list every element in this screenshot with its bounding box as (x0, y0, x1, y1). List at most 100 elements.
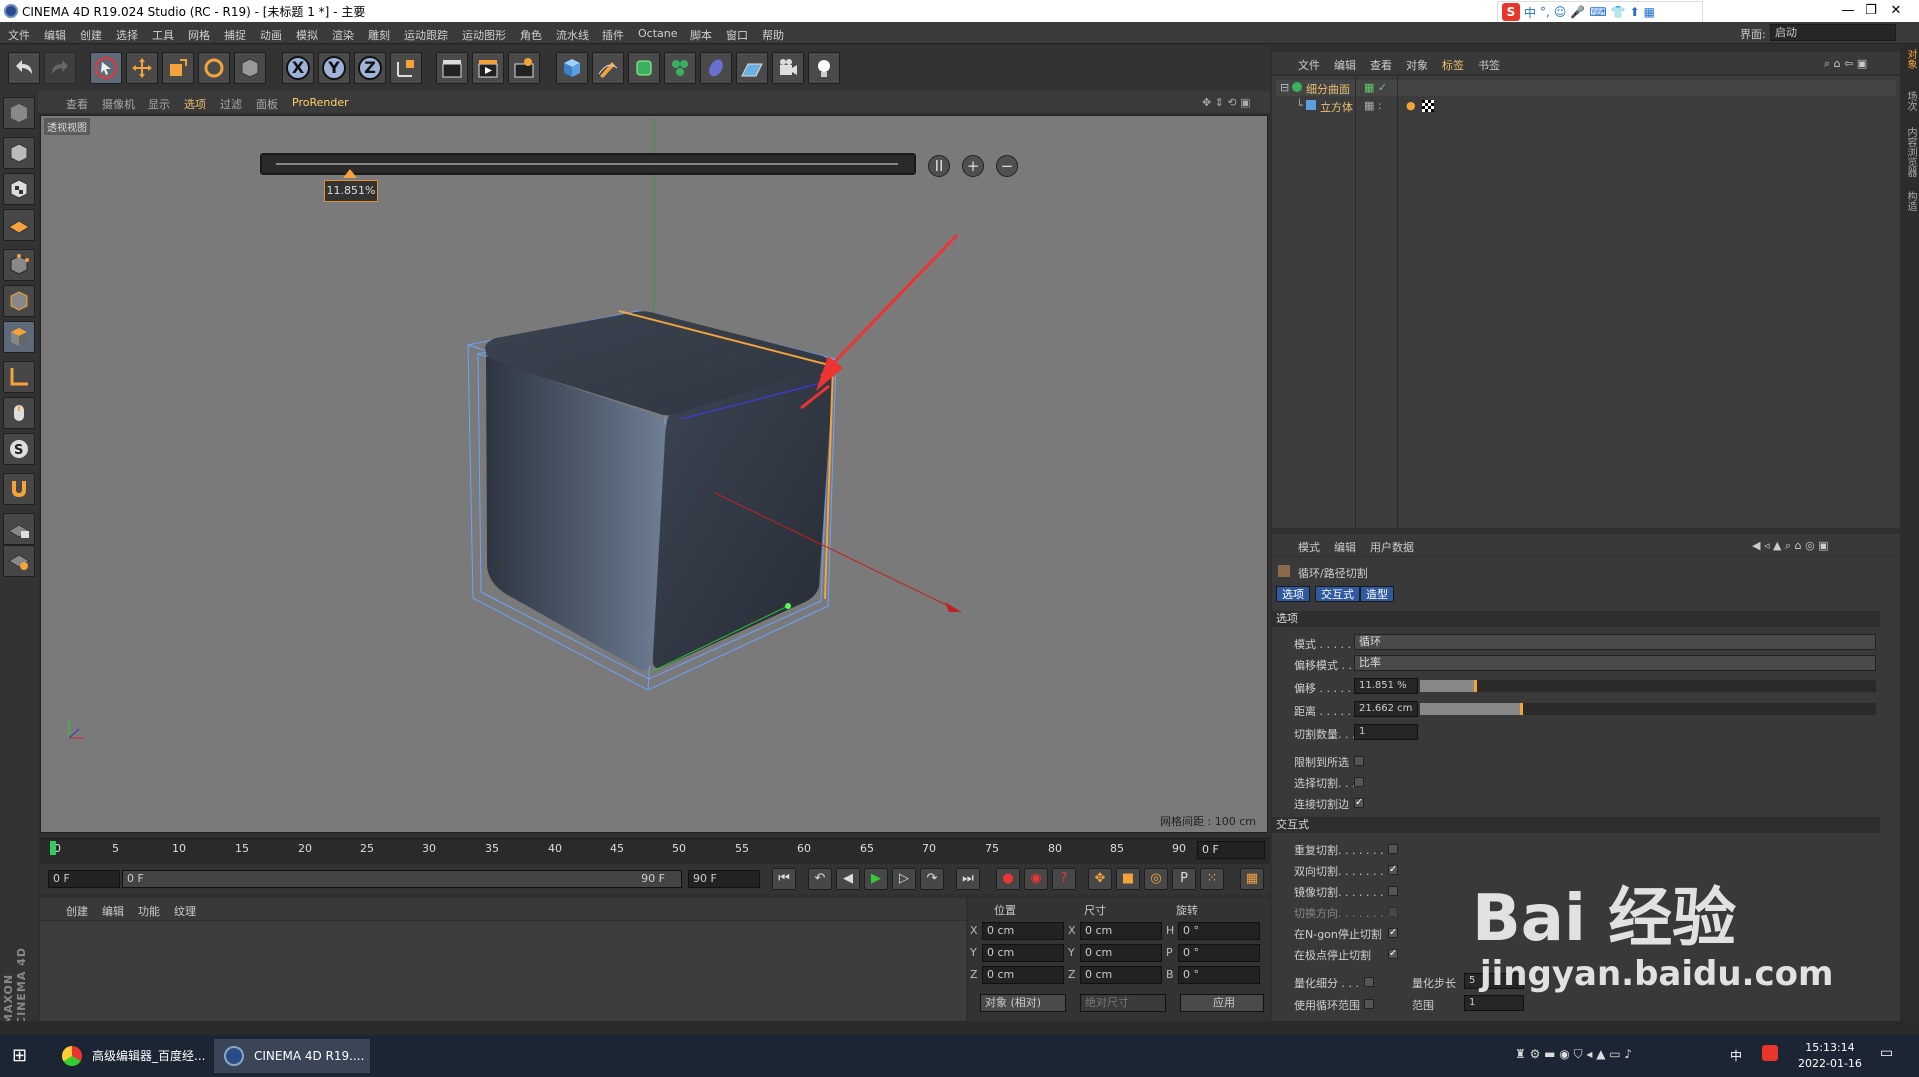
position-z-field[interactable]: 0 cm (982, 966, 1064, 984)
z-axis-button[interactable]: Z (354, 52, 386, 84)
frame-range-slider[interactable]: 0 F 90 F (122, 870, 682, 888)
key-scale-button[interactable]: ■ (1116, 868, 1140, 890)
edges-mode-button[interactable] (3, 285, 35, 317)
add-spline-button[interactable] (592, 52, 624, 84)
object-menu-tags[interactable]: 标签 (1442, 57, 1464, 73)
viewport-menu-view[interactable]: 查看 (66, 96, 88, 112)
offset-bar[interactable] (1420, 680, 1876, 692)
bidirectional-cut-checkbox[interactable]: ✓ (1388, 865, 1398, 875)
pause-button[interactable]: II (928, 155, 950, 177)
slider-knob[interactable] (342, 169, 357, 178)
tab-takes[interactable]: 场次 (1903, 91, 1918, 111)
tab-interactive[interactable]: 交互式 (1315, 586, 1360, 602)
tray-icons[interactable]: ♜ ⚙ ▬ ◉ ⛉ ◂ ▲ ▭ ♪ (1515, 1047, 1632, 1062)
material-list[interactable] (40, 921, 966, 1021)
timeline-ruler[interactable]: 0 5 10 15 20 25 30 35 40 45 50 55 60 65 … (40, 838, 1270, 864)
end-frame-field[interactable]: 90 F (688, 870, 760, 888)
rotation-h-field[interactable]: 0 ° (1178, 922, 1260, 940)
menu-item-file[interactable]: 文件 (8, 27, 30, 43)
add-deformer-button[interactable] (700, 52, 732, 84)
texture-mode-button[interactable] (3, 173, 35, 205)
task-cinema4d[interactable]: CINEMA 4D R19.... (214, 1039, 370, 1073)
offset-bar-handle[interactable] (1474, 680, 1478, 692)
render-view-button[interactable] (436, 52, 468, 84)
recent-tool-button[interactable] (234, 52, 266, 84)
goto-start-button[interactable]: ⏮ (772, 868, 796, 890)
menu-item-sculpt[interactable]: 雕刻 (368, 27, 390, 43)
rotate-button[interactable] (198, 52, 230, 84)
size-y-field[interactable]: 0 cm (1080, 944, 1162, 962)
key-parameter-button[interactable]: P (1172, 868, 1196, 890)
ime-item[interactable]: ☺ (1554, 5, 1567, 19)
keyframe-selection-button[interactable]: ? (1052, 868, 1076, 890)
perspective-viewport[interactable] (40, 115, 1268, 833)
menu-item-mesh[interactable]: 网格 (188, 27, 210, 43)
tab-objects[interactable]: 对象 (1903, 49, 1918, 69)
sogou-tray-icon[interactable] (1762, 1045, 1778, 1061)
ime-indicator[interactable]: 中 (1730, 1047, 1742, 1064)
mirror-cut-checkbox[interactable] (1388, 886, 1398, 896)
viewport-menu-panel[interactable]: 面板 (256, 96, 278, 112)
menu-item-edit[interactable]: 编辑 (44, 27, 66, 43)
stop-at-ngon-checkbox[interactable]: ✓ (1388, 928, 1398, 938)
clock[interactable]: 15:13:14 2022-01-16 (1798, 1040, 1862, 1072)
offset-field[interactable]: 11.851 % (1354, 678, 1418, 694)
object-row[interactable]: └ 立方体 ▦ : ● (1276, 98, 1896, 114)
phong-tag-icon[interactable]: ● (1406, 99, 1416, 112)
menu-item-plugins[interactable]: 插件 (602, 27, 624, 43)
snap-button[interactable]: S (3, 433, 35, 465)
object-menu-file[interactable]: 文件 (1298, 57, 1320, 73)
viewport-menu-prorender[interactable]: ProRender (292, 96, 349, 109)
object-menu-objects[interactable]: 对象 (1406, 57, 1428, 73)
ime-item[interactable]: 👕 (1611, 5, 1626, 19)
menu-item-pipeline[interactable]: 流水线 (556, 27, 589, 43)
coordinate-system-button[interactable] (390, 52, 422, 84)
menu-item-character[interactable]: 角色 (520, 27, 542, 43)
axis-mode-button[interactable] (3, 361, 35, 393)
redo-button[interactable] (44, 52, 76, 84)
current-frame-field[interactable]: 0 F (1197, 841, 1265, 859)
ime-item[interactable]: 🎤 (1570, 5, 1585, 19)
sogou-logo-icon[interactable]: S (1502, 3, 1520, 21)
object-list[interactable]: ⊟ 细分曲面 ▦ ✓ └ 立方体 ▦ : ● (1272, 76, 1900, 528)
add-camera-button[interactable] (772, 52, 804, 84)
key-pla-button[interactable]: ⁙ (1200, 868, 1224, 890)
object-row[interactable]: ⊟ 细分曲面 ▦ ✓ (1276, 80, 1896, 96)
menu-item-octane[interactable]: Octane (638, 27, 678, 40)
object-menu-bookmarks[interactable]: 书签 (1478, 57, 1500, 73)
visibility-icon[interactable]: ▦ : (1364, 99, 1382, 112)
polygons-mode-button[interactable] (3, 321, 35, 353)
size-x-field[interactable]: 0 cm (1080, 922, 1162, 940)
material-menu-create[interactable]: 创建 (66, 903, 88, 919)
menu-item-simulate[interactable]: 模拟 (296, 27, 318, 43)
use-loop-range-checkbox[interactable] (1364, 999, 1374, 1009)
quantize-checkbox[interactable] (1364, 977, 1374, 987)
add-environment-button[interactable] (736, 52, 768, 84)
viewport-menu-camera[interactable]: 摄像机 (102, 96, 135, 112)
x-axis-button[interactable]: X (282, 52, 314, 84)
ime-item[interactable]: ⬆ (1630, 5, 1640, 19)
add-cube-button[interactable] (556, 52, 588, 84)
menu-item-select[interactable]: 选择 (116, 27, 138, 43)
workplane-mode-button[interactable] (3, 209, 35, 241)
menu-item-tools[interactable]: 工具 (152, 27, 174, 43)
remove-cut-button[interactable]: − (996, 155, 1018, 177)
distance-field[interactable]: 21.662 cm (1354, 701, 1418, 717)
enable-snap-button[interactable] (3, 473, 35, 505)
distance-bar-handle[interactable] (1520, 703, 1524, 715)
object-menu-edit[interactable]: 编辑 (1334, 57, 1356, 73)
flip-direction-checkbox[interactable] (1388, 907, 1398, 917)
coord-mode-select[interactable]: 对象 (相对) (980, 994, 1066, 1012)
apply-button[interactable]: 应用 (1180, 994, 1264, 1012)
offset-mode-select[interactable]: 比率 (1354, 655, 1876, 671)
layout-select[interactable]: 启动 (1770, 24, 1896, 41)
rotation-p-field[interactable]: 0 ° (1178, 944, 1260, 962)
attr-menu-edit[interactable]: 编辑 (1334, 539, 1356, 555)
points-mode-button[interactable] (3, 249, 35, 281)
ime-toolbar[interactable]: S 中 °, ☺ 🎤 ⌨ 👕 ⬆ ▦ (1497, 1, 1703, 23)
tab-shape[interactable]: 造型 (1360, 586, 1394, 602)
render-picture-viewer-button[interactable] (472, 52, 504, 84)
attr-menu-mode[interactable]: 模式 (1298, 539, 1320, 555)
viewport-menu-options[interactable]: 选项 (184, 96, 206, 112)
add-mograph-button[interactable] (664, 52, 696, 84)
